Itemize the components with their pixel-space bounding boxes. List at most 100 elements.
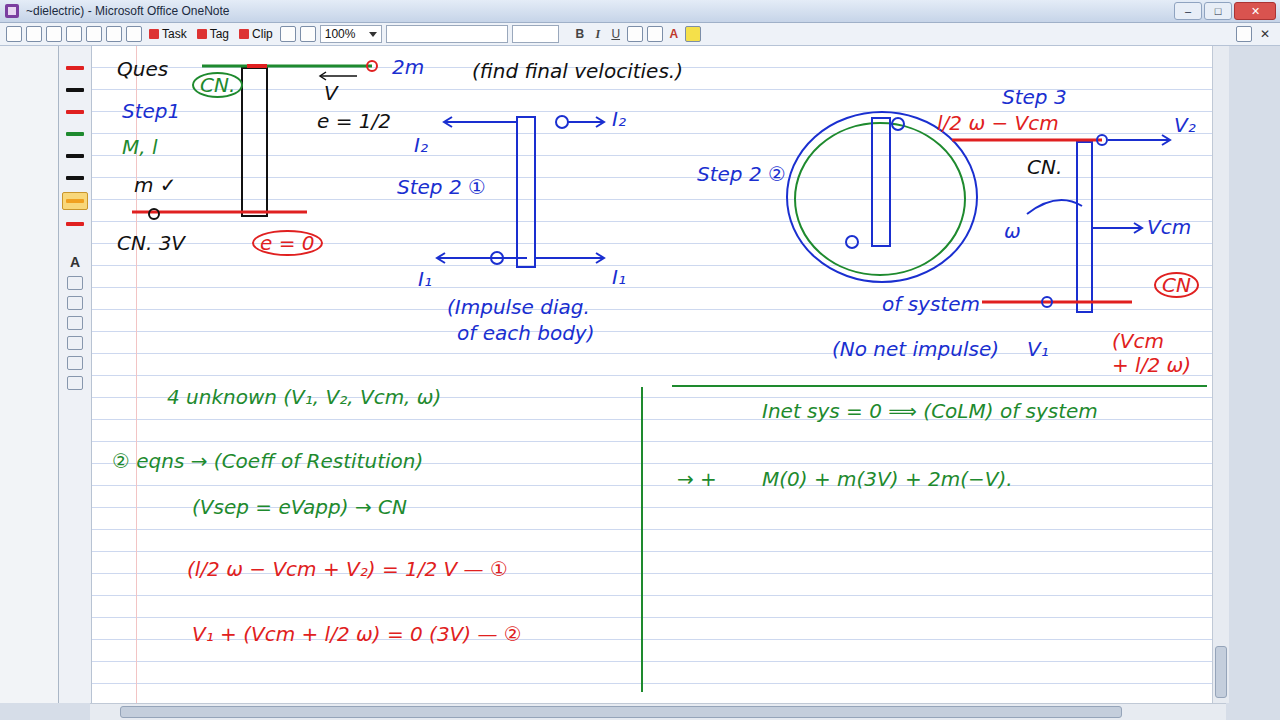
tool-icon[interactable] [106, 26, 122, 42]
bullets-icon[interactable] [627, 26, 643, 42]
ink-note[interactable]: Step 2 ② [697, 161, 786, 187]
left-gutter [0, 46, 59, 703]
ink-note[interactable]: CN. 3V [117, 230, 185, 256]
ink-note[interactable]: of each body) [457, 320, 595, 346]
text-tool[interactable]: A [70, 254, 80, 270]
scroll-thumb[interactable] [120, 706, 1122, 718]
ink-note[interactable]: M(0) + m(3V) + 2m(−V). [762, 466, 1013, 492]
ink-note[interactable]: I₁ [418, 266, 432, 292]
ink-note[interactable]: I₂ [612, 106, 626, 132]
flag-icon [197, 29, 207, 39]
ink-note[interactable]: (find final velocities.) [472, 58, 683, 84]
font-box[interactable] [386, 25, 508, 43]
window-control[interactable]: □ [1204, 2, 1232, 20]
ink-note[interactable]: (No net impulse) [832, 336, 999, 362]
ink-note[interactable]: I₂ [414, 132, 428, 158]
pen-item[interactable] [63, 170, 87, 186]
ink-note[interactable]: m ✓ [134, 172, 177, 198]
tool-icon[interactable] [67, 316, 83, 330]
tool-icon[interactable] [6, 26, 22, 42]
close-toolbar-button[interactable]: ✕ [1256, 27, 1274, 41]
window-controls: –□✕ [1174, 2, 1276, 20]
eraser-icon[interactable] [1236, 26, 1252, 42]
toolbar-button[interactable]: Tag [194, 27, 232, 41]
ink-note[interactable]: (Vcm [1112, 328, 1164, 354]
zoom-box[interactable]: 100% [320, 25, 382, 43]
pen-item[interactable] [63, 148, 87, 164]
pen-item[interactable] [63, 82, 87, 98]
ink-note[interactable]: Vcm [1147, 214, 1191, 240]
ink-note[interactable]: Inet sys = 0 ⟹ (CoLM) of system [762, 398, 1098, 424]
ink-note[interactable]: → + [677, 466, 717, 492]
ink-note[interactable]: ② eqns → (Coeff of Restitution) [112, 448, 423, 474]
format-button[interactable]: B [573, 27, 587, 41]
tool-icon[interactable] [86, 26, 102, 42]
ink-note[interactable]: + l/2 ω) [1112, 352, 1191, 378]
ink-note[interactable]: (l/2 ω − Vcm + V₂) = 1/2 V — ① [187, 556, 508, 582]
toolbar-button[interactable]: Clip [236, 27, 276, 41]
pen-item[interactable] [63, 126, 87, 142]
pen-item[interactable] [63, 216, 87, 232]
pen-icon [66, 222, 84, 226]
window-control[interactable]: – [1174, 2, 1202, 20]
tool-icon[interactable] [67, 376, 83, 390]
ink-note[interactable]: Ques [117, 56, 168, 82]
flag-icon [239, 29, 249, 39]
pen-item[interactable] [62, 192, 88, 210]
note-page[interactable]: Ques CN. Step1 M, l 2m Ve = 1/2 m ✓ CN. 3V e = 0… [92, 46, 1212, 703]
tool-icon[interactable] [126, 26, 142, 42]
pen-item[interactable] [63, 60, 87, 76]
pen-icon [66, 132, 84, 136]
view-icon[interactable] [280, 26, 296, 42]
ink-note[interactable]: Step 2 ① [397, 174, 486, 200]
highlight-icon[interactable] [685, 26, 701, 42]
ink-note[interactable]: 2m [392, 54, 424, 80]
ink-note[interactable]: of system [882, 291, 980, 317]
pen-icon[interactable] [300, 26, 316, 42]
ink-note[interactable]: CN. [192, 72, 243, 98]
pen-item[interactable] [63, 104, 87, 120]
size-box[interactable] [512, 25, 559, 43]
tool-icon[interactable] [67, 296, 83, 310]
ink-note[interactable]: V₁ + (Vcm + l/2 ω) = 0 (3V) — ② [192, 621, 522, 647]
toolbar-button[interactable]: Task [146, 27, 190, 41]
tool-icon[interactable] [67, 336, 83, 350]
ink-note[interactable]: ω [1004, 218, 1021, 244]
title-bar: ~dielectric) - Microsoft Office OneNote –… [0, 0, 1280, 23]
window-title: ~dielectric) - Microsoft Office OneNote [26, 4, 230, 18]
ink-note[interactable]: V₂ [1174, 112, 1196, 138]
window-control[interactable]: ✕ [1234, 2, 1276, 20]
flag-icon [149, 29, 159, 39]
numbering-icon[interactable] [647, 26, 663, 42]
pen-palette: A [59, 46, 92, 703]
ink-note[interactable]: V [324, 80, 338, 106]
ink-note[interactable]: l/2 ω − Vcm [937, 110, 1059, 136]
ink-note[interactable]: CN [1154, 272, 1199, 298]
scroll-thumb[interactable] [1215, 646, 1227, 698]
ink-note[interactable]: 4 unknown (V₁, V₂, Vcm, ω) [167, 384, 441, 410]
tool-icon[interactable] [46, 26, 62, 42]
toolbar: Task Tag Clip 100% BIU A ✕ [0, 23, 1280, 46]
ink-note[interactable]: CN. [1027, 154, 1062, 180]
pen-icon [66, 176, 84, 180]
pen-icon [66, 110, 84, 114]
ink-note[interactable]: e = 1/2 [317, 108, 391, 134]
ink-note[interactable]: M, l [122, 134, 158, 160]
right-pane [1229, 46, 1280, 703]
ink-note[interactable]: Step 3 [1002, 84, 1067, 110]
format-button[interactable]: I [591, 27, 605, 42]
ink-note[interactable]: (Impulse diag. [447, 294, 590, 320]
ink-note[interactable]: V₁ [1027, 336, 1049, 362]
vertical-scrollbar[interactable] [1212, 46, 1229, 703]
ink-note[interactable]: I₁ [612, 264, 626, 290]
format-button[interactable]: U [609, 27, 623, 41]
ink-note[interactable]: (Vsep = eVapp) → CN [192, 494, 407, 520]
ink-note[interactable]: e = 0 [252, 230, 323, 256]
tool-icon[interactable] [67, 276, 83, 290]
font-color-button[interactable]: A [667, 27, 681, 41]
tool-icon[interactable] [66, 26, 82, 42]
tool-icon[interactable] [67, 356, 83, 370]
tool-icon[interactable] [26, 26, 42, 42]
horizontal-scrollbar[interactable] [90, 703, 1226, 720]
ink-note[interactable]: Step1 [122, 98, 180, 124]
